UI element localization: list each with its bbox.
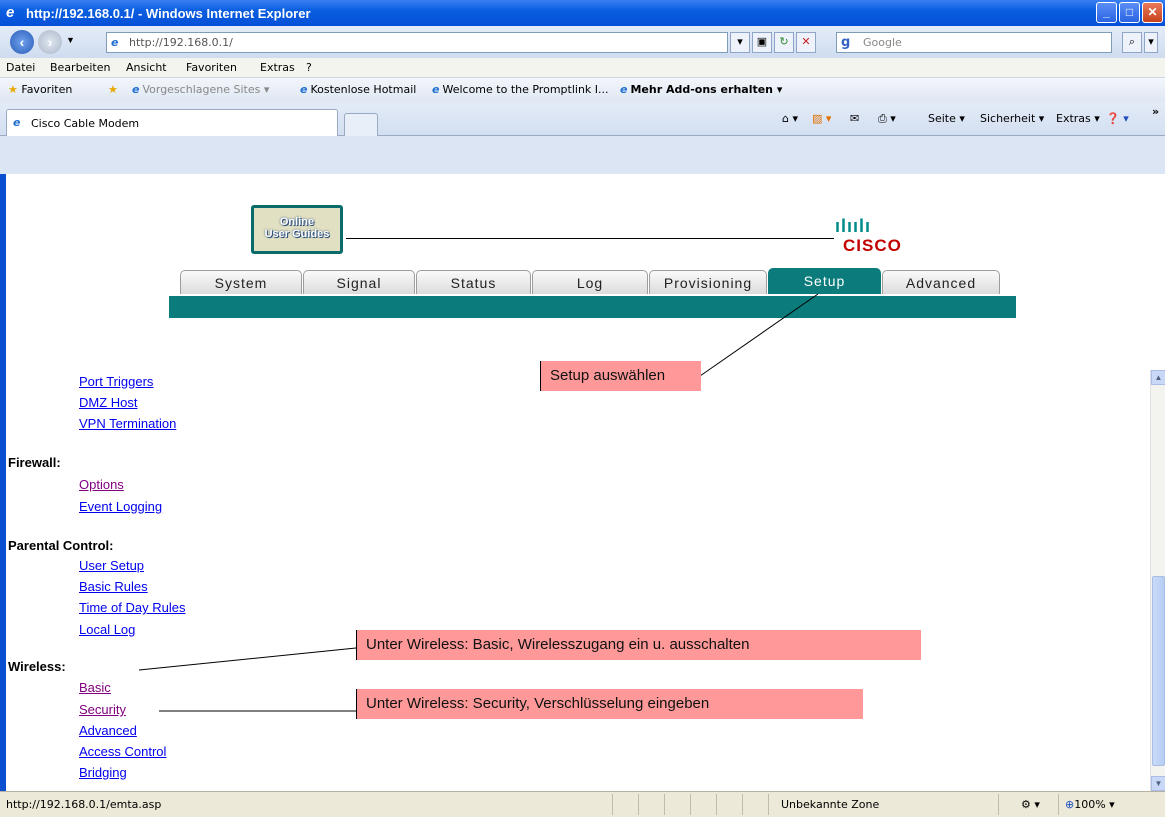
callout-wireless-basic: Unter Wireless: Basic, Wirelesszugang ei…: [356, 630, 921, 660]
scroll-up-icon[interactable]: ▲: [1151, 370, 1165, 385]
fav-addons[interactable]: e Mehr Add-ons erhalten ▾: [620, 83, 782, 96]
favorites-bar: ★ Favoriten ★ e Vorgeschlagene Sites ▾ eK…: [0, 78, 1165, 102]
status-cell: [690, 794, 716, 815]
new-tab-button[interactable]: [344, 113, 378, 136]
window-title: http://192.168.0.1/ - Windows Internet E…: [26, 5, 311, 21]
menu-bar: Datei Bearbeiten Ansicht Favoriten Extra…: [0, 58, 1165, 78]
status-cell: [716, 794, 742, 815]
status-cell: [638, 794, 664, 815]
status-cell: [742, 794, 768, 815]
compat-view-icon[interactable]: ▣: [752, 32, 772, 53]
extras-menu[interactable]: Extras ▾: [1056, 112, 1100, 125]
status-cell: [612, 794, 638, 815]
help-icon[interactable]: ❓ ▾: [1106, 112, 1129, 125]
chevron-more-icon[interactable]: »: [1152, 105, 1159, 118]
zoom-icon: ⊕: [1065, 798, 1075, 811]
google-icon: g: [841, 35, 851, 50]
scroll-thumb[interactable]: [1152, 576, 1165, 766]
status-zone: Unbekannte Zone: [768, 794, 998, 815]
tab-row: e Cisco Cable Modem ⌂ ▾ ▨ ▾ ✉ ⎙ ▾ Seite …: [0, 102, 1165, 136]
search-options-icon[interactable]: ▾: [1144, 32, 1158, 53]
minimize-button[interactable]: _: [1096, 2, 1117, 23]
page-icon: e: [111, 36, 119, 49]
search-input[interactable]: g Google: [836, 32, 1112, 53]
home-icon[interactable]: ⌂ ▾: [782, 112, 798, 125]
menu-bearbeiten[interactable]: Bearbeiten: [50, 61, 110, 74]
stop-icon[interactable]: ✕: [796, 32, 816, 53]
status-bar: http://192.168.0.1/emta.asp Unbekannte Z…: [0, 791, 1165, 817]
tab-cisco-cable-modem[interactable]: e Cisco Cable Modem: [6, 109, 338, 136]
protected-mode-icon[interactable]: ⚙ ▾: [998, 794, 1056, 815]
print-icon[interactable]: ⎙ ▾: [878, 112, 896, 126]
page-content: Online User Guides ılıılı CISCO System S…: [6, 174, 1150, 791]
back-button[interactable]: ‹: [10, 30, 34, 54]
browser-chrome: ‹ › ▼ e http://192.168.0.1/ ▾ ▣ ↻ ✕ g Go…: [0, 26, 1165, 174]
forward-button[interactable]: ›: [38, 30, 62, 54]
mail-icon[interactable]: ✉: [850, 112, 859, 125]
address-input[interactable]: e http://192.168.0.1/: [106, 32, 728, 53]
ie-icon: e: [6, 4, 15, 21]
refresh-icon[interactable]: ↻: [774, 32, 794, 53]
menu-datei[interactable]: Datei: [6, 61, 35, 74]
close-button[interactable]: ✕: [1142, 2, 1163, 23]
scroll-down-icon[interactable]: ▼: [1151, 776, 1165, 791]
add-favorite-icon[interactable]: ★: [108, 83, 118, 96]
menu-favoriten[interactable]: Favoriten: [186, 61, 237, 74]
menu-help[interactable]: ?: [306, 61, 312, 74]
ie-tab-icon: e: [13, 116, 21, 129]
vertical-scrollbar[interactable]: ▲ ▼: [1150, 370, 1165, 791]
fav-promptlink[interactable]: e Welcome to the Promptlink I...: [432, 83, 609, 96]
maximize-button[interactable]: □: [1119, 2, 1140, 23]
feeds-icon[interactable]: ▨ ▾: [812, 112, 831, 125]
address-row: ‹ › ▼ e http://192.168.0.1/ ▾ ▣ ↻ ✕ g Go…: [0, 26, 1165, 58]
search-icon[interactable]: ⌕: [1122, 32, 1142, 53]
scroll-gutter: [1150, 174, 1165, 370]
history-dropdown-icon[interactable]: ▼: [66, 35, 75, 45]
address-dropdown-icon[interactable]: ▾: [730, 32, 750, 53]
fav-suggested-sites[interactable]: e Vorgeschlagene Sites ▾: [132, 83, 269, 96]
callout-setup: Setup auswählen: [540, 361, 701, 391]
status-url: http://192.168.0.1/emta.asp: [6, 798, 162, 811]
status-cell: [664, 794, 690, 815]
favorites-button[interactable]: ★ Favoriten: [8, 83, 72, 96]
security-menu[interactable]: Sicherheit ▾: [980, 112, 1044, 125]
fav-hotmail[interactable]: e Kostenlose Hotmail: [300, 83, 416, 96]
star-icon: ★: [8, 83, 18, 96]
page-menu[interactable]: Seite ▾: [928, 112, 965, 125]
menu-ansicht[interactable]: Ansicht: [126, 61, 167, 74]
callout-wireless-security: Unter Wireless: Security, Verschlüsselun…: [356, 689, 863, 719]
menu-extras[interactable]: Extras: [260, 61, 295, 74]
zoom-control[interactable]: ⊕100% ▾: [1058, 794, 1158, 815]
window-titlebar: e http://192.168.0.1/ - Windows Internet…: [0, 0, 1165, 26]
